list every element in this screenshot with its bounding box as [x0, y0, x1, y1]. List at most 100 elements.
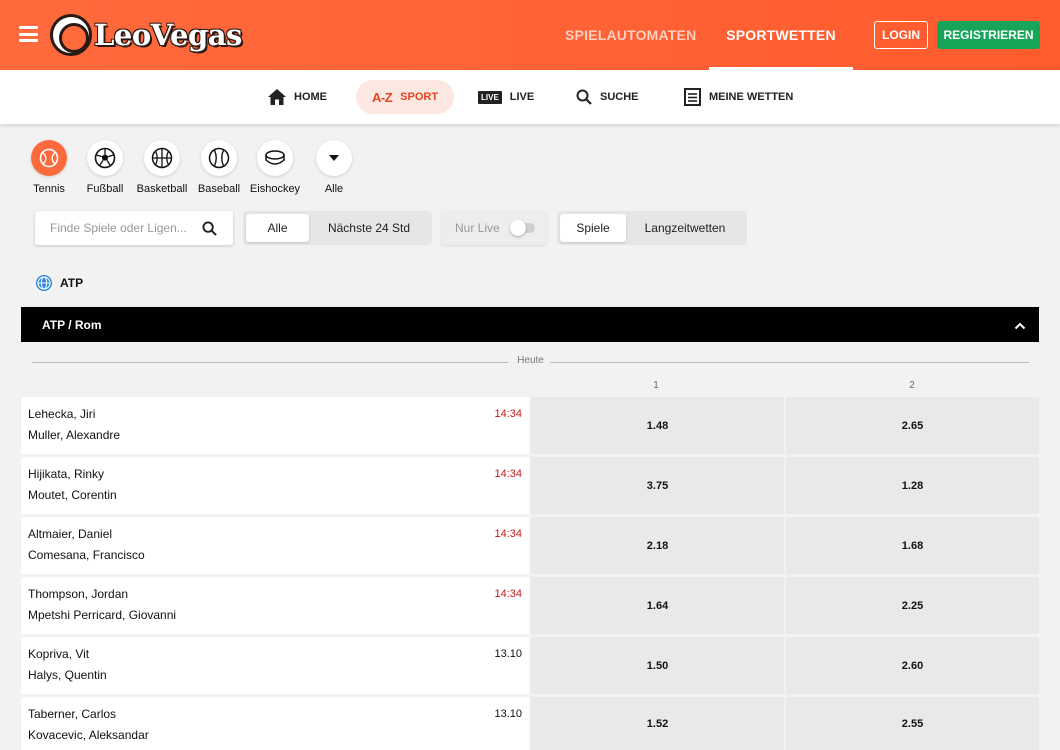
caret-down-icon	[316, 140, 352, 176]
league-header: ATP	[36, 275, 83, 291]
odds-button-1[interactable]: 1.50	[531, 637, 784, 694]
filter-games[interactable]: Spiele	[560, 214, 626, 242]
player-1: Kopriva, Vit	[28, 647, 90, 661]
player-2: Kovacevic, Aleksandar	[28, 728, 149, 742]
player-2: Muller, Alexandre	[28, 428, 121, 442]
nav-sports[interactable]: SPORTWETTEN	[709, 0, 853, 70]
search-box	[35, 211, 233, 245]
subnav-sport[interactable]: A-Z SPORT	[356, 80, 455, 114]
soccer-icon	[87, 140, 123, 176]
az-icon: A-Z	[372, 89, 393, 105]
live-icon: LIVE	[478, 90, 502, 104]
logo-text: LeoVegas	[94, 18, 242, 52]
tennis-icon	[31, 140, 67, 176]
subnav-sport-label: SPORT	[400, 91, 439, 103]
odds-button-2[interactable]: 1.28	[786, 457, 1039, 514]
match-time: 14:34	[494, 408, 522, 420]
odds-button-2[interactable]: 2.25	[786, 577, 1039, 634]
sport-basketball[interactable]: Basketball	[132, 140, 192, 195]
match-row[interactable]: Thompson, Jordan Mpetshi Perricard, Giov…	[21, 577, 1039, 634]
sport-all[interactable]: Alle	[304, 140, 364, 195]
time-filter: Alle Nächste 24 Std	[243, 211, 432, 245]
search-icon	[576, 89, 592, 105]
odds-button-1[interactable]: 2.18	[531, 517, 784, 574]
baseball-icon	[201, 140, 237, 176]
match-row[interactable]: Hijikata, Rinky Moutet, Corentin 14:34 3…	[21, 457, 1039, 514]
player-2: Halys, Quentin	[28, 668, 107, 682]
sport-label: Fußball	[86, 183, 124, 195]
league-name: ATP	[60, 276, 84, 290]
home-icon	[268, 89, 286, 105]
top-header: LeoVegas SPIELAUTOMATEN SPORTWETTEN LOGI…	[0, 0, 1060, 70]
nav-slots[interactable]: SPIELAUTOMATEN	[565, 0, 696, 70]
betslip-icon	[684, 88, 701, 106]
subnav-live-label: LIVE	[509, 91, 535, 103]
match-time: 13.10	[494, 708, 522, 720]
odds-button-2[interactable]: 2.55	[786, 697, 1039, 750]
odds-button-1[interactable]: 1.64	[531, 577, 784, 634]
logo[interactable]: LeoVegas	[50, 14, 242, 56]
toggle-switch[interactable]	[510, 220, 535, 236]
globe-icon	[36, 275, 52, 291]
filter-outrights[interactable]: Langzeitwetten	[626, 214, 744, 242]
player-2: Comesana, Francisco	[28, 548, 145, 562]
sport-tennis[interactable]: Tennis	[19, 140, 79, 195]
only-live-toggle[interactable]: Nur Live	[441, 211, 547, 245]
match-time: 14:34	[494, 588, 522, 600]
sport-label: Alle	[324, 183, 344, 195]
match-row[interactable]: Kopriva, Vit Halys, Quentin 13.10 1.50 2…	[21, 637, 1039, 694]
player-1: Altmaier, Daniel	[28, 527, 113, 541]
player-1: Lehecka, Jiri	[28, 407, 96, 421]
subnav-live[interactable]: LIVE LIVE	[478, 80, 534, 114]
login-button[interactable]: LOGIN	[874, 21, 928, 49]
sport-soccer[interactable]: Fußball	[75, 140, 135, 195]
search-input[interactable]	[35, 211, 195, 245]
player-1: Hijikata, Rinky	[28, 467, 105, 481]
sport-label: Eishockey	[249, 183, 301, 195]
match-row[interactable]: Lehecka, Jiri Muller, Alexandre 14:34 1.…	[21, 397, 1039, 454]
subnav-my-bets-label: MEINE WETTEN	[709, 91, 794, 103]
sport-icehockey[interactable]: Eishockey	[245, 140, 305, 195]
subnav-search-label: SUCHE	[600, 91, 639, 103]
odds-button-1[interactable]: 3.75	[531, 457, 784, 514]
day-label: Heute	[517, 355, 544, 366]
odds-button-2[interactable]: 2.60	[786, 637, 1039, 694]
odds-button-2[interactable]: 2.65	[786, 397, 1039, 454]
register-button[interactable]: REGISTRIEREN	[937, 21, 1040, 49]
sport-baseball[interactable]: Baseball	[189, 140, 249, 195]
search-icon[interactable]	[202, 221, 217, 241]
group-title: ATP / Rom	[42, 317, 102, 332]
filter-all[interactable]: Alle	[246, 214, 309, 242]
subnav-my-bets[interactable]: MEINE WETTEN	[684, 80, 793, 114]
player-2: Moutet, Corentin	[28, 488, 117, 502]
puck-icon	[257, 140, 293, 176]
column-header-1: 1	[653, 380, 659, 391]
sport-label: Basketball	[136, 183, 188, 195]
odds-button-1[interactable]: 1.52	[531, 697, 784, 750]
chevron-up-icon[interactable]	[1014, 319, 1026, 333]
menu-icon[interactable]	[19, 26, 38, 42]
day-divider: Heute	[32, 355, 1029, 369]
odds-button-1[interactable]: 1.48	[531, 397, 784, 454]
group-header[interactable]: ATP / Rom	[21, 307, 1039, 342]
player-2: Mpetshi Perricard, Giovanni	[28, 608, 177, 622]
sport-label: Tennis	[33, 183, 65, 195]
match-row[interactable]: Altmaier, Daniel Comesana, Francisco 14:…	[21, 517, 1039, 574]
only-live-label: Nur Live	[455, 221, 500, 235]
match-time: 14:34	[494, 468, 522, 480]
sub-navigation: HOME A-Z SPORT LIVE LIVE SUCHE MEINE WET…	[0, 70, 1060, 124]
player-1: Thompson, Jordan	[28, 587, 129, 601]
odds-button-2[interactable]: 1.68	[786, 517, 1039, 574]
column-header-2: 2	[909, 380, 915, 391]
match-time: 13.10	[494, 648, 522, 660]
subnav-search[interactable]: SUCHE	[576, 80, 639, 114]
lion-logo-icon	[50, 14, 92, 56]
subnav-home[interactable]: HOME	[268, 80, 327, 114]
filter-next24[interactable]: Nächste 24 Std	[309, 214, 429, 242]
player-1: Taberner, Carlos	[28, 707, 117, 721]
match-time: 14:34	[494, 528, 522, 540]
basketball-icon	[144, 140, 180, 176]
match-row[interactable]: Taberner, Carlos Kovacevic, Aleksandar 1…	[21, 697, 1039, 750]
market-filter: Spiele Langzeitwetten	[557, 211, 747, 245]
subnav-home-label: HOME	[294, 91, 327, 103]
